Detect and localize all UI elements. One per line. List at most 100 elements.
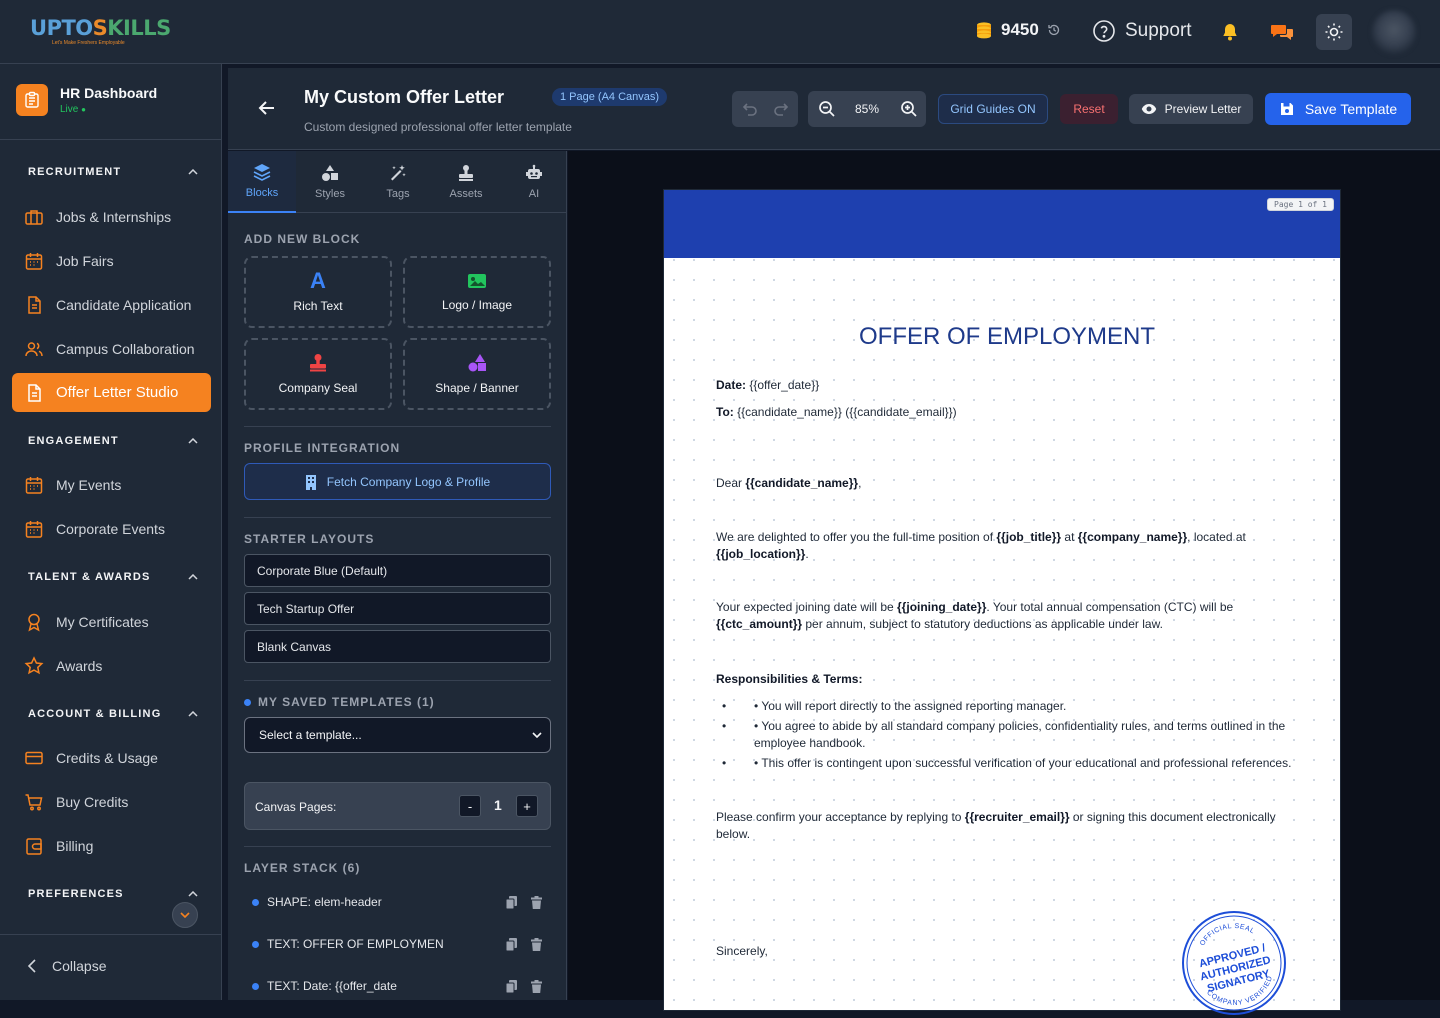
eye-icon: [1141, 103, 1157, 115]
to-label: To:: [716, 405, 734, 419]
layer-item[interactable]: TEXT: OFFER OF EMPLOYMEN: [252, 937, 542, 951]
offer-paragraph[interactable]: We are delighted to offer you the full-t…: [716, 529, 1296, 563]
undo-icon[interactable]: [740, 100, 758, 118]
logo[interactable]: UPTOSKILLS Let's Make Freshers Employabl…: [30, 14, 171, 50]
compensation-paragraph[interactable]: Your expected joining date will be {{joi…: [716, 599, 1296, 633]
layout-option[interactable]: Corporate Blue (Default): [244, 554, 551, 587]
sidebar-item-buy-credits[interactable]: Buy Credits: [24, 792, 128, 812]
sidebar-item-jobs[interactable]: Jobs & Internships: [24, 207, 171, 227]
text-run: Responsibilities & Terms:: [716, 672, 863, 686]
collapse-button[interactable]: Collapse: [28, 958, 106, 974]
date-line[interactable]: Date: {{offer_date}}: [716, 377, 819, 394]
text-run: {{company_name}}: [1077, 530, 1188, 544]
shapes-icon: [467, 353, 487, 373]
acceptance-paragraph[interactable]: Please confirm your acceptance by replyi…: [716, 809, 1296, 843]
tab-ai[interactable]: AI: [500, 151, 568, 213]
sidebar-item-label: Jobs & Internships: [56, 209, 172, 225]
closing[interactable]: Sincerely,: [716, 943, 768, 960]
redo-icon[interactable]: [773, 100, 791, 118]
theme-toggle-button[interactable]: [1316, 14, 1352, 50]
reset-button[interactable]: Reset: [1060, 94, 1118, 124]
support-label: Support: [1125, 20, 1192, 41]
tab-styles[interactable]: Styles: [296, 151, 364, 213]
section-preferences[interactable]: PREFERENCES: [28, 888, 198, 900]
layer-item[interactable]: TEXT: Date: {{offer_date: [252, 979, 542, 993]
tab-assets[interactable]: Assets: [432, 151, 500, 213]
tab-label: Assets: [449, 188, 483, 200]
scroll-down-button[interactable]: [172, 902, 198, 928]
sidebar-item-my-events[interactable]: My Events: [24, 475, 121, 495]
dot-icon: [252, 982, 259, 990]
sidebar-item-campus-collaboration[interactable]: Campus Collaboration: [24, 339, 195, 359]
logo-image-block-button[interactable]: Logo / Image: [403, 256, 551, 328]
rich-text-block-button[interactable]: A Rich Text: [244, 256, 392, 328]
list-item-text: • You will report directly to the assign…: [754, 699, 1067, 713]
credits-balance[interactable]: 9450: [975, 20, 1061, 40]
chevron-down-icon: [180, 912, 190, 918]
chat-icon[interactable]: [1270, 22, 1294, 42]
grid-guides-toggle[interactable]: Grid Guides ON: [938, 94, 1048, 124]
company-seal[interactable]: OFFICIAL SEAL COMPANY VERIFIED APPROVED …: [1179, 908, 1289, 1018]
list-item[interactable]: • • You will report directly to the assig…: [716, 698, 1066, 715]
section-talent-awards[interactable]: TALENT & AWARDS: [28, 571, 198, 583]
fetch-company-profile-button[interactable]: Fetch Company Logo & Profile: [244, 463, 551, 500]
sidebar-item-my-certificates[interactable]: My Certificates: [24, 612, 149, 632]
copy-icon[interactable]: [506, 895, 517, 909]
section-recruitment[interactable]: RECRUITMENT: [28, 166, 198, 178]
support-link[interactable]: Support: [1092, 19, 1192, 43]
sidebar-item-candidate-application[interactable]: Candidate Application: [24, 295, 191, 315]
list-item[interactable]: • • You agree to abide by all standard co…: [716, 718, 1285, 735]
bell-icon[interactable]: [1220, 22, 1240, 42]
save-template-button[interactable]: Save Template: [1265, 93, 1411, 125]
trash-icon[interactable]: [531, 937, 542, 951]
zoom-out-icon[interactable]: [818, 100, 836, 118]
decrement-button[interactable]: -: [459, 795, 481, 817]
save-label: Save Template: [1304, 101, 1398, 117]
document-icon: [24, 295, 44, 315]
text-run: . Your total annual compensation (CTC) w…: [986, 600, 1234, 614]
copy-icon[interactable]: [506, 937, 517, 951]
calendar-icon: [24, 475, 44, 495]
sidebar-item-corporate-events[interactable]: Corporate Events: [24, 519, 165, 539]
text-run: {{recruiter_email}}: [964, 810, 1070, 824]
sidebar-item-label: Credits & Usage: [56, 750, 158, 766]
shape-banner-block-button[interactable]: Shape / Banner: [403, 338, 551, 410]
header-band[interactable]: [664, 190, 1340, 258]
section-account-billing[interactable]: ACCOUNT & BILLING: [28, 708, 198, 720]
logo-tagline: Let's Make Freshers Employable: [52, 40, 125, 46]
brand-title: HR Dashboard: [60, 85, 158, 101]
date-value: {{offer_date}}: [746, 378, 820, 392]
select-value: Select a template...: [259, 728, 362, 742]
history-icon[interactable]: [1047, 23, 1061, 37]
trash-icon[interactable]: [531, 895, 542, 909]
responsibilities-heading[interactable]: Responsibilities & Terms:: [716, 671, 862, 688]
tab-tags[interactable]: Tags: [364, 151, 432, 213]
zoom-in-icon[interactable]: [900, 100, 918, 118]
trash-icon[interactable]: [531, 979, 542, 993]
salutation[interactable]: Dear {{candidate_name}},: [716, 475, 861, 492]
company-seal-block-button[interactable]: Company Seal: [244, 338, 392, 410]
sidebar-item-billing[interactable]: Billing: [24, 836, 93, 856]
sidebar-item-job-fairs[interactable]: Job Fairs: [24, 251, 114, 271]
back-arrow-icon[interactable]: [258, 100, 276, 116]
sidebar-item-offer-letter-studio[interactable]: Offer Letter Studio: [12, 373, 211, 412]
list-item[interactable]: • • This offer is contingent upon success…: [716, 755, 1291, 772]
section-engagement[interactable]: ENGAGEMENT: [28, 435, 198, 447]
increment-button[interactable]: +: [516, 795, 538, 817]
copy-icon[interactable]: [506, 979, 517, 993]
zoom-controls: 85%: [808, 91, 926, 127]
layout-option[interactable]: Tech Startup Offer: [244, 592, 551, 625]
template-select[interactable]: Select a template...: [244, 717, 551, 753]
preview-letter-button[interactable]: Preview Letter: [1129, 94, 1253, 124]
coins-icon: [975, 21, 993, 39]
avatar[interactable]: [1372, 10, 1416, 54]
layer-item[interactable]: SHAPE: elem-header: [252, 895, 542, 909]
letter-heading[interactable]: OFFER OF EMPLOYMENT: [664, 323, 1350, 351]
sidebar-item-awards[interactable]: Awards: [24, 656, 102, 676]
layout-option[interactable]: Blank Canvas: [244, 630, 551, 663]
text-icon: A: [310, 268, 326, 293]
collapse-label: Collapse: [52, 958, 107, 974]
tab-blocks[interactable]: Blocks: [228, 151, 296, 213]
recipient-line[interactable]: To: {{candidate_name}} ({{candidate_emai…: [716, 404, 957, 421]
sidebar-item-credits-usage[interactable]: Credits & Usage: [24, 748, 158, 768]
